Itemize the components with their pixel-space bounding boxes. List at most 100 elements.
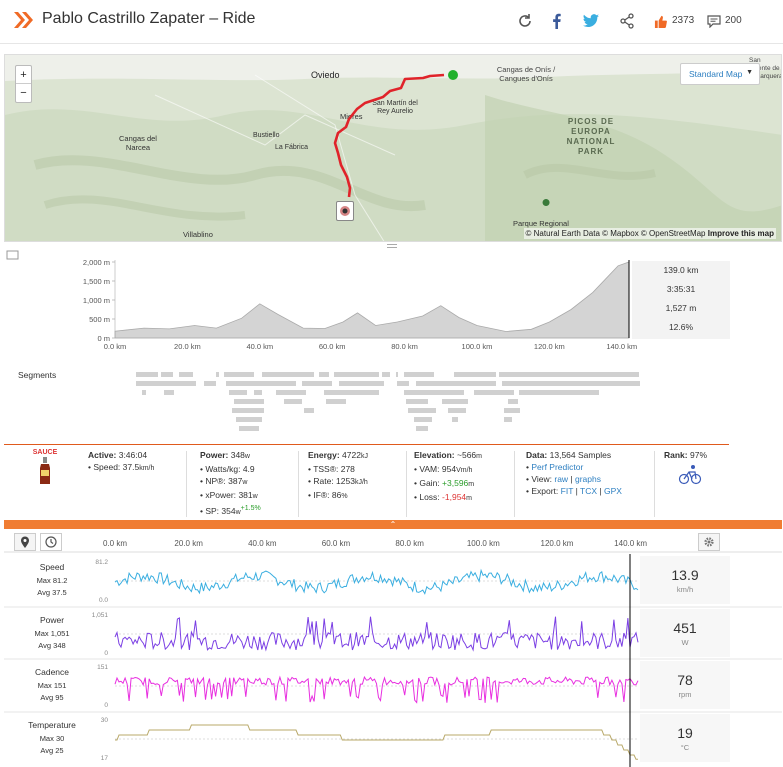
sauce-bottle-icon	[40, 457, 50, 484]
gain-value: +3,596	[442, 478, 469, 488]
segment-block	[334, 372, 379, 377]
segment-block	[254, 390, 262, 395]
segment-block	[504, 417, 512, 422]
segment-block	[324, 390, 379, 395]
perf-predictor-link[interactable]: Perf Predictor	[531, 462, 583, 472]
timeline-x-tick: 0.0 km	[103, 539, 127, 548]
export-tcx-link[interactable]: TCX	[580, 486, 597, 496]
timeline-x-tick: 100.0 km	[467, 539, 500, 548]
segment-block	[164, 390, 174, 395]
stats-elevation: Elevation: ~566m • VAM: 954Vm/h • Gain: …	[414, 450, 482, 502]
route-map[interactable]: Oviedo Cangas de Onís / Cangues d'Onís M…	[4, 54, 782, 242]
tss-value: 278	[340, 464, 355, 474]
wkg-value: 4.9	[242, 464, 255, 474]
segment-block	[452, 417, 458, 422]
elevation-label: Elevation:	[414, 450, 455, 460]
zoom-in-button[interactable]: +	[16, 66, 31, 84]
segment-block	[442, 399, 468, 404]
sp-value: 354	[221, 505, 236, 516]
rider-marker[interactable]	[336, 201, 354, 221]
divider	[514, 451, 515, 517]
segment-block	[136, 372, 158, 377]
segment-block	[304, 408, 314, 413]
sauce-badge: SAUCE	[28, 449, 62, 488]
row-avg: Avg 37.5	[37, 588, 66, 597]
elevation-chart[interactable]: 2,000 m1,500 m1,000 m500 m0 m 0.0 km 20.0…	[4, 248, 782, 444]
map-style-select[interactable]: Standard Map ▼	[680, 63, 760, 85]
kudos-icon[interactable]	[650, 8, 670, 34]
energy-value: 4722	[342, 450, 361, 460]
segment-block	[416, 381, 496, 386]
refresh-icon[interactable]	[512, 8, 538, 34]
loss-label: Loss:	[419, 492, 440, 502]
speed-label: Speed:	[93, 462, 121, 472]
segments-label: Segments	[18, 370, 57, 380]
if-unit: %	[341, 493, 348, 500]
segment-block	[234, 399, 264, 404]
facebook-icon[interactable]	[544, 8, 570, 34]
elevation-x-tick: 0.0 km	[104, 342, 127, 351]
row-series-line	[114, 568, 639, 595]
energy-unit: kJ	[360, 453, 368, 460]
kudos-count[interactable]: 2373	[672, 15, 694, 26]
improve-map-link[interactable]: Improve this map	[708, 229, 774, 238]
view-graphs-link[interactable]: graphs	[575, 474, 601, 484]
elevation-y-tick: 1,000 m	[83, 296, 110, 305]
stats-active: Active: 3:46:04 • Speed: 37.5km/h	[88, 450, 155, 472]
xpower-value: 381	[238, 490, 253, 500]
elevation-y-tick: 500 m	[89, 315, 110, 324]
chevron-up-icon: ⌃	[389, 520, 397, 529]
share-icon[interactable]	[614, 8, 640, 34]
row-name: Speed	[40, 562, 65, 572]
elevation-value: ~566	[457, 450, 477, 460]
segment-block	[136, 381, 196, 386]
elevation-panel: 2,000 m 1,500 m 1,000 m 500 m0 m 0.0 km 20.0…	[4, 248, 782, 444]
row-value: 19	[677, 725, 693, 741]
active-value: 3:46:04	[118, 450, 148, 460]
elevation-y-tick: 1,500 m	[83, 277, 110, 286]
stats-power: Power: 348w • Watts/kg: 4.9 • NP®: 387w …	[200, 450, 261, 516]
row-unit: km/h	[677, 585, 693, 594]
row-series-line	[115, 724, 638, 760]
segment-block	[262, 372, 314, 377]
elevation-profile	[114, 261, 630, 339]
segment-block	[448, 408, 466, 413]
data-label: Data:	[526, 450, 548, 460]
row-series-line	[114, 675, 639, 704]
export-fit-link[interactable]: FIT	[561, 486, 574, 496]
view-raw-link[interactable]: raw	[554, 474, 568, 484]
stats-rank: Rank: 97%	[664, 449, 726, 488]
if-label: IF®:	[313, 490, 330, 500]
wkg-label: Watts/kg:	[205, 464, 241, 474]
segment-block	[204, 381, 216, 386]
collapse-bar[interactable]: ⌃	[4, 520, 782, 529]
np-label: NP®:	[205, 476, 226, 486]
segment-block	[339, 381, 384, 386]
vam-value: 954	[441, 464, 457, 474]
segment-block	[396, 372, 398, 377]
elevation-readout-value: 1,527 m	[666, 303, 697, 313]
vam-label: VAM:	[419, 464, 440, 474]
map-attribution: © Natural Earth Data © Mapbox © OpenStre…	[523, 228, 776, 239]
power-value: 348	[230, 450, 245, 460]
comments-count[interactable]: 200	[725, 15, 742, 26]
np-unit: w	[242, 479, 248, 486]
rank-cyclist-icon	[678, 465, 702, 485]
timeline-charts[interactable]: 0.0 km 20.0 km 40.0 km 60.0 km 80.0 km 100.0 …	[4, 530, 782, 767]
export-gpx-link[interactable]: GPX	[604, 486, 622, 496]
elevation-readout-value: 3:35:31	[667, 284, 696, 294]
gain-unit: m	[468, 481, 475, 488]
elevation-y-tick: 2,000 m	[83, 258, 110, 267]
comment-icon[interactable]	[704, 8, 724, 34]
elevation-readout-value: 139.0 km	[664, 265, 699, 275]
zoom-out-button[interactable]: −	[16, 84, 31, 102]
row-avg: Avg 348	[38, 641, 65, 650]
segment-block	[519, 390, 599, 395]
map-attribution-text[interactable]: © Natural Earth Data © Mapbox © OpenStre…	[526, 229, 706, 238]
segment-block	[179, 372, 193, 377]
segment-block	[397, 381, 409, 386]
twitter-icon[interactable]	[578, 8, 604, 34]
timeline-x-tick: 80.0 km	[395, 539, 424, 548]
energy-label: Energy:	[308, 450, 340, 460]
row-unit: rpm	[679, 690, 692, 699]
